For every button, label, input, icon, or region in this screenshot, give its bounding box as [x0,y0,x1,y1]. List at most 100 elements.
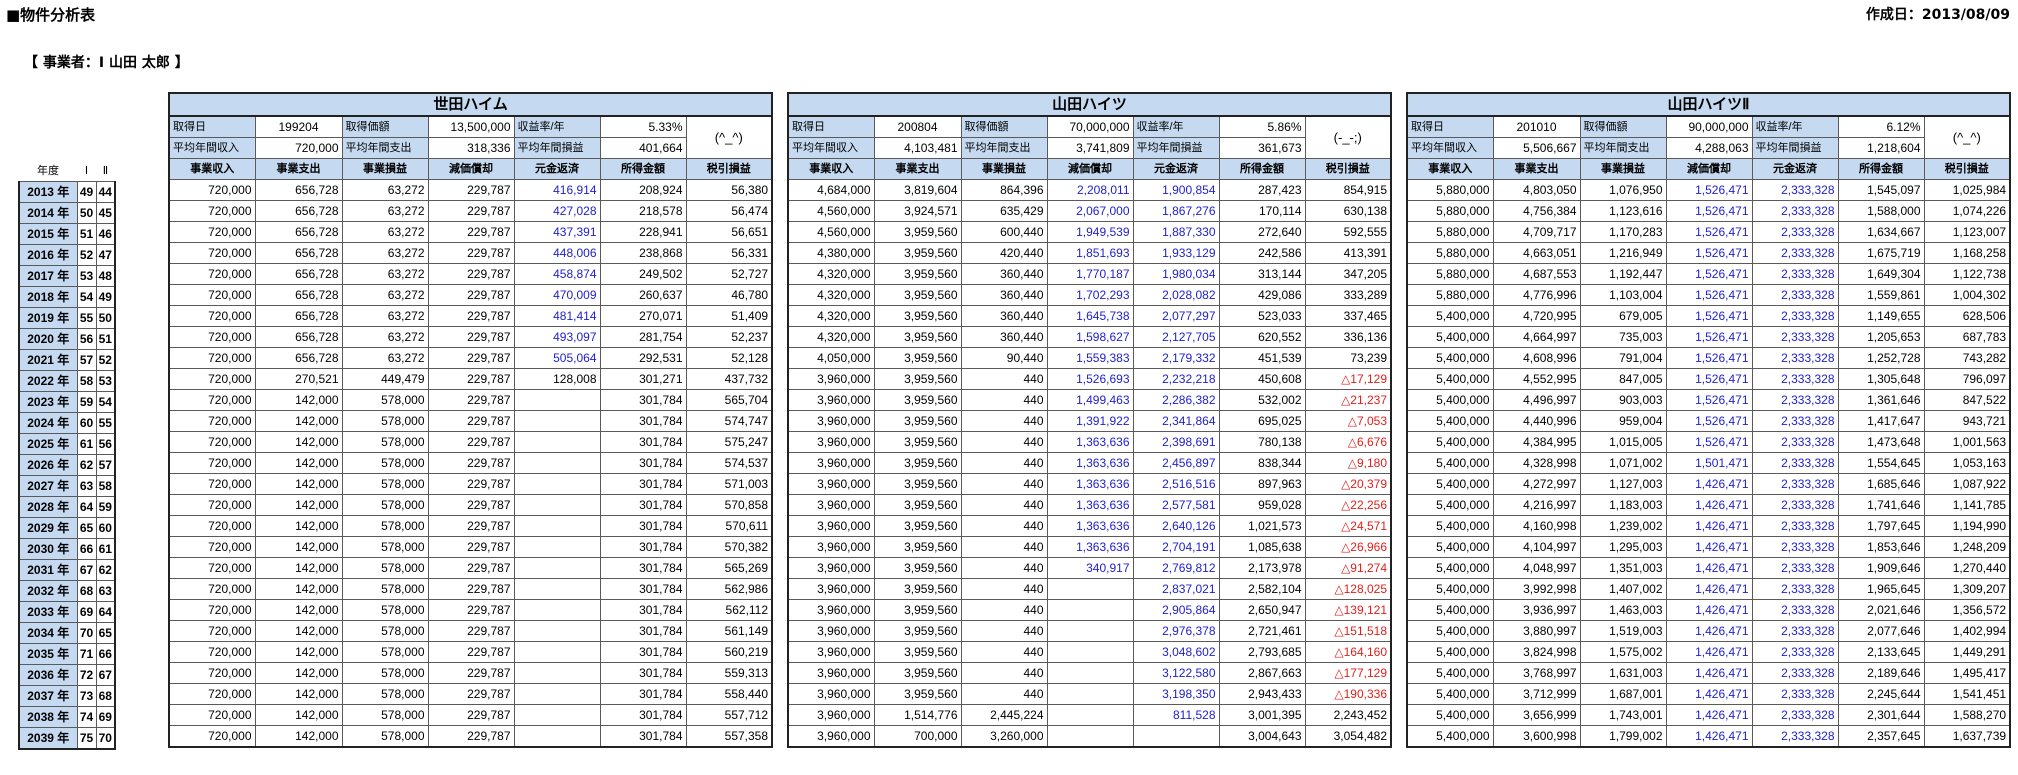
age-ii-cell: 62 [95,559,116,581]
age-ii-cell: 70 [95,727,116,750]
data-cell: 2,837,021 [1132,578,1220,600]
data-cell: 142,000 [254,557,343,579]
data-cell: 4,720,995 [1492,305,1581,327]
data-cell: △190,336 [1304,683,1392,705]
data-cell: 440 [960,620,1048,642]
data-cell: 2,333,328 [1751,641,1839,663]
data-cell: 578,000 [341,599,429,621]
data-cell: 301,784 [599,452,687,474]
data-cell: 229,787 [427,494,515,516]
data-cell: 3,960,000 [787,599,875,621]
data-cell: 1,526,471 [1665,221,1753,243]
data-cell: 5,880,000 [1406,200,1494,222]
data-cell: 2,943,433 [1218,683,1306,705]
data-cell: 2,333,328 [1751,263,1839,285]
year-row: 2013 年 49 44 [18,181,116,203]
data-cell: 1,391,922 [1046,410,1134,432]
table-row: 5,400,000 4,104,997 1,295,003 1,426,471 2,33… [1406,536,2011,558]
table-row: 720,000 142,000 578,000 229,787 301,784 560,2… [168,641,773,663]
property-table-setagaya-heim: 世田ハイム 取得日 199204 取得価額 13,500,000 収益率/年 5.33% (^… [168,92,774,748]
data-cell: 3,768,997 [1492,662,1581,684]
avg-income-value: 720,000 [254,137,343,159]
data-cell: 427,028 [513,200,601,222]
data-cell: 1,867,276 [1132,200,1220,222]
data-cell: 574,747 [685,410,773,432]
table-row: 3,960,000 3,959,560 440 3,198,350 2,943,433 △… [787,683,1392,705]
acq-date-label: 取得日 [787,115,875,138]
data-cell: 578,000 [341,641,429,663]
data-cell: 3,959,560 [873,242,962,264]
data-cell: 3,960,000 [787,557,875,579]
data-cell: 743,282 [1923,347,2011,369]
age-i-cell: 71 [76,643,97,665]
data-cell: △26,966 [1304,536,1392,558]
data-cell: 791,004 [1579,347,1667,369]
data-cell: 1,526,471 [1665,179,1753,201]
data-cell: 229,787 [427,578,515,600]
data-cell: 56,474 [685,200,773,222]
data-cell: 437,391 [513,221,601,243]
data-cell: 1,021,573 [1218,515,1306,537]
data-cell: 562,112 [685,599,773,621]
data-cell: 735,003 [1579,326,1667,348]
data-cell: 2,333,328 [1751,557,1839,579]
data-cell: 720,000 [168,431,256,453]
table-row: 5,880,000 4,776,996 1,103,004 1,526,471 2,33… [1406,284,2011,306]
data-cell: 52,128 [685,347,773,369]
year-row: 2027 年 63 58 [18,475,116,497]
table-row: 720,000 142,000 578,000 229,787 301,784 562,9… [168,578,773,600]
data-cell: △6,676 [1304,431,1392,453]
data-cell: 578,000 [341,620,429,642]
data-cell: 4,160,998 [1492,515,1581,537]
avg-expense-value: 3,741,809 [1046,137,1134,159]
table-row: 3,960,000 3,959,560 440 1,363,636 2,456,897 8… [787,452,1392,474]
data-cell: 2,067,000 [1046,200,1134,222]
data-cell: 3,656,999 [1492,704,1581,726]
table-row: 4,050,000 3,959,560 90,440 1,559,383 2,179,3… [787,347,1392,369]
table-row: 5,880,000 4,663,051 1,216,949 1,526,471 2,33… [1406,242,2011,264]
data-cell: 3,960,000 [787,368,875,390]
data-cell: 847,522 [1923,389,2011,411]
data-cell: 1,702,293 [1046,284,1134,306]
data-cell: △9,180 [1304,452,1392,474]
data-cell: 3,959,560 [873,389,962,411]
data-cell [1046,683,1134,705]
data-cell: 2,769,812 [1132,557,1220,579]
data-cell: 440 [960,536,1048,558]
status-emoticon: (-_-;) [1304,115,1392,159]
data-cell: 360,440 [960,305,1048,327]
year-cell: 2022 年 [18,370,78,392]
data-cell: △128,025 [1304,578,1392,600]
data-cell: 3,924,571 [873,200,962,222]
data-cell: 656,728 [254,221,343,243]
data-cell: 336,136 [1304,326,1392,348]
table-row: 720,000 142,000 578,000 229,787 301,784 574,5… [168,452,773,474]
data-cell [513,473,601,495]
table-row: 5,400,000 4,328,998 1,071,002 1,501,471 2,33… [1406,452,2011,474]
year-cell: 2035 年 [18,643,78,665]
data-cell: 4,384,995 [1492,431,1581,453]
acq-date-value: 201010 [1492,115,1581,138]
data-cell: 1,463,003 [1579,599,1667,621]
data-cell: 249,502 [599,263,687,285]
avg-profit-label: 平均年間損益 [513,137,601,159]
data-cell: 229,787 [427,599,515,621]
year-row: 2020 年 56 51 [18,328,116,350]
data-cell: 2,333,328 [1751,515,1839,537]
table-row: 5,400,000 4,048,997 1,351,003 1,426,471 2,33… [1406,557,2011,579]
avg-expense-value: 318,336 [427,137,515,159]
data-cell: 3,959,560 [873,620,962,642]
age-ii-cell: 56 [95,433,116,455]
age-i-cell: 72 [76,664,97,686]
data-cell: 1,295,003 [1579,536,1667,558]
data-cell: 301,784 [599,662,687,684]
data-cell: 700,000 [873,725,962,748]
data-cell: 959,028 [1218,494,1306,516]
avg-income-label: 平均年間収入 [1406,137,1494,159]
data-cell: 1,559,861 [1837,284,1925,306]
data-cell: 301,784 [599,536,687,558]
data-cell: 656,728 [254,242,343,264]
data-cell: 656,728 [254,200,343,222]
data-cell: △177,129 [1304,662,1392,684]
data-cell: 570,611 [685,515,773,537]
